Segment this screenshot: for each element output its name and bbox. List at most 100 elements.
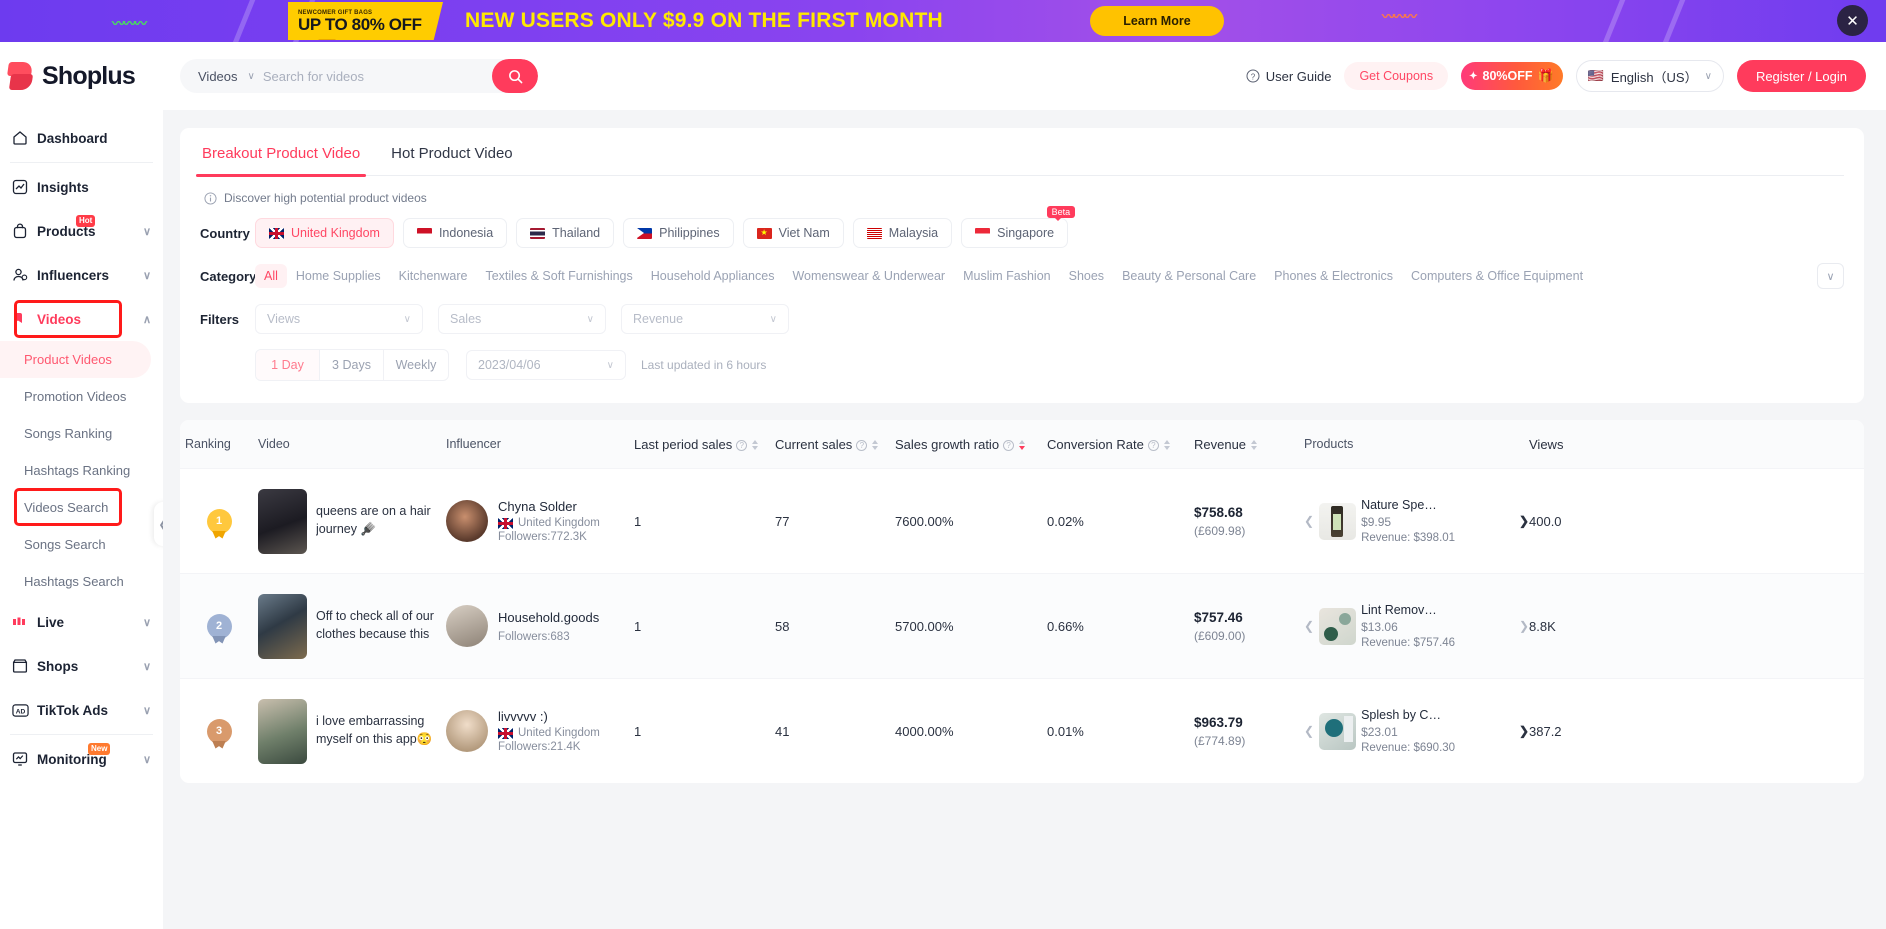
product-next-button[interactable]: ❯ bbox=[1519, 724, 1529, 738]
get-coupons-button[interactable]: Get Coupons bbox=[1344, 62, 1449, 90]
video-thumbnail[interactable] bbox=[258, 698, 307, 764]
table-row[interactable]: 2 Off to check all of our clothes becaus… bbox=[180, 573, 1864, 678]
table-row[interactable]: 1 queens are on a hair journey 🪮 #rosema… bbox=[180, 468, 1864, 573]
revenue-filter-select[interactable]: Revenue ∨ bbox=[621, 304, 789, 334]
sidebar-item-videos[interactable]: Videos ∧ bbox=[0, 297, 163, 341]
country-chip-viet-nam[interactable]: ★ Viet Nam bbox=[742, 218, 844, 248]
category-all[interactable]: All bbox=[255, 264, 287, 288]
views-filter-select[interactable]: Views ∨ bbox=[255, 304, 423, 334]
category-computers-office-equipment[interactable]: Computers & Office Equipment bbox=[1402, 264, 1592, 288]
category-shoes[interactable]: Shoes bbox=[1060, 264, 1113, 288]
product-thumbnail[interactable] bbox=[1319, 607, 1357, 645]
language-selector[interactable]: 🇺🇸 English（US） ∨ bbox=[1575, 60, 1724, 92]
category-textiles-soft-furnishings[interactable]: Textiles & Soft Furnishings bbox=[476, 264, 641, 288]
logo[interactable]: Shoplus bbox=[0, 60, 163, 92]
chevron-up-icon: ∧ bbox=[142, 313, 151, 326]
sidebar-item-tiktok-ads[interactable]: AD TikTok Ads ∨ bbox=[0, 688, 163, 732]
sidebar-label: Dashboard bbox=[37, 130, 108, 146]
video-cell[interactable]: i love embarrassing myself on this app😳 … bbox=[258, 698, 446, 764]
product-prev-button[interactable]: ❮ bbox=[1304, 619, 1314, 633]
video-cell[interactable]: Off to check all of our clothes because … bbox=[258, 593, 446, 659]
sidebar-item-hashtags-ranking[interactable]: Hashtags Ranking bbox=[0, 452, 163, 489]
country-chip-thailand[interactable]: Thailand bbox=[516, 218, 615, 248]
close-icon[interactable]: ✕ bbox=[1837, 5, 1868, 36]
influencer-cell[interactable]: Household.goods Followers:683 bbox=[446, 605, 634, 647]
sidebar-item-songs-search[interactable]: Songs Search bbox=[0, 526, 163, 563]
search-input[interactable] bbox=[262, 68, 492, 84]
avatar[interactable] bbox=[446, 710, 488, 752]
sidebar-item-products[interactable]: Products Hot ∨ bbox=[0, 209, 163, 253]
user-guide-link[interactable]: ? User Guide bbox=[1246, 69, 1331, 84]
th-revenue[interactable]: Revenue bbox=[1194, 437, 1304, 452]
learn-more-button[interactable]: Learn More bbox=[1090, 6, 1224, 36]
sidebar-item-hashtags-search[interactable]: Hashtags Search bbox=[0, 563, 163, 600]
category-kitchenware[interactable]: Kitchenware bbox=[390, 264, 477, 288]
sidebar-item-insights[interactable]: Insights bbox=[0, 165, 163, 209]
sidebar-item-product-videos[interactable]: Product Videos bbox=[0, 341, 151, 378]
product-next-button[interactable]: ❯ bbox=[1519, 514, 1529, 528]
video-cell[interactable]: queens are on a hair journey 🪮 #rosemary… bbox=[258, 488, 446, 554]
help-icon[interactable]: ? bbox=[1147, 439, 1159, 451]
avatar[interactable] bbox=[446, 605, 488, 647]
video-thumbnail[interactable] bbox=[258, 593, 307, 659]
sidebar-item-influencers[interactable]: Influencers ∨ bbox=[0, 253, 163, 297]
product-thumbnail[interactable] bbox=[1319, 502, 1357, 540]
sidebar-collapse-button[interactable]: ❮ bbox=[154, 502, 163, 546]
help-icon[interactable]: ? bbox=[1003, 439, 1015, 451]
table-row[interactable]: 3 i love embarrassing myself on this app… bbox=[180, 678, 1864, 783]
chevron-down-icon[interactable]: ∨ bbox=[248, 71, 255, 82]
sidebar-item-live[interactable]: Live ∨ bbox=[0, 600, 163, 644]
range-weekly[interactable]: Weekly bbox=[384, 350, 448, 380]
video-thumbnail[interactable] bbox=[258, 488, 307, 554]
sort-icon[interactable] bbox=[872, 440, 879, 451]
avatar[interactable] bbox=[446, 500, 488, 542]
influencer-cell[interactable]: livvvvv :) United Kingdom Followers:21.4… bbox=[446, 709, 634, 753]
search-button[interactable] bbox=[492, 59, 538, 93]
help-icon[interactable]: ? bbox=[856, 439, 868, 451]
category-phones-electronics[interactable]: Phones & Electronics bbox=[1265, 264, 1402, 288]
sidebar-item-videos-search[interactable]: Videos Search bbox=[0, 489, 163, 526]
product-prev-button[interactable]: ❮ bbox=[1304, 514, 1314, 528]
country-chip-philippines[interactable]: Philippines bbox=[623, 218, 734, 248]
th-last-period-sales[interactable]: Last period sales? bbox=[634, 437, 775, 452]
sort-icon[interactable] bbox=[1019, 440, 1026, 451]
category-home-supplies[interactable]: Home Supplies bbox=[287, 264, 390, 288]
category-beauty-personal-care[interactable]: Beauty & Personal Care bbox=[1113, 264, 1265, 288]
country-chip-indonesia[interactable]: Indonesia bbox=[402, 218, 508, 248]
influencer-cell[interactable]: Chyna Solder United Kingdom Followers:77… bbox=[446, 499, 634, 543]
category-womenswear-underwear[interactable]: Womenswear & Underwear bbox=[783, 264, 954, 288]
country-chip-united-kingdom[interactable]: United Kingdom bbox=[255, 218, 394, 248]
product-next-button[interactable]: ❯ bbox=[1519, 619, 1529, 633]
country-chip-singapore[interactable]: Singapore Beta bbox=[961, 206, 1076, 248]
sidebar-item-shops[interactable]: Shops ∨ bbox=[0, 644, 163, 688]
tab-breakout-product-video[interactable]: Breakout Product Video bbox=[195, 145, 367, 177]
register-login-button[interactable]: Register / Login bbox=[1736, 60, 1866, 92]
th-current-sales[interactable]: Current sales? bbox=[775, 437, 895, 452]
help-icon[interactable]: ? bbox=[736, 439, 748, 451]
discount-button[interactable]: ✦ 80%OFF 🎁 bbox=[1461, 62, 1563, 90]
product-thumbnail[interactable] bbox=[1319, 712, 1357, 750]
sidebar-item-monitoring[interactable]: Monitoring New ∨ bbox=[0, 737, 163, 781]
category-muslim-fashion[interactable]: Muslim Fashion bbox=[954, 264, 1060, 288]
range-1-day[interactable]: 1 Day bbox=[256, 350, 320, 380]
category-expand-button[interactable]: ∨ bbox=[1817, 263, 1844, 289]
sort-icon[interactable] bbox=[752, 440, 759, 451]
tab-bar: Breakout Product Video Hot Product Video bbox=[195, 128, 1844, 177]
search-category-select[interactable]: Videos bbox=[180, 69, 248, 84]
date-picker[interactable]: 2023/04/06 ∨ bbox=[466, 350, 626, 380]
sort-icon[interactable] bbox=[1251, 440, 1258, 451]
country-chip-malaysia[interactable]: Malaysia bbox=[852, 218, 953, 248]
th-sales-growth-ratio[interactable]: Sales growth ratio? bbox=[895, 437, 1047, 452]
sidebar-item-songs-ranking[interactable]: Songs Ranking bbox=[0, 415, 163, 452]
svg-text:AD: AD bbox=[16, 708, 26, 715]
category-household-appliances[interactable]: Household Appliances bbox=[642, 264, 784, 288]
th-conversion-rate[interactable]: Conversion Rate? bbox=[1047, 437, 1194, 452]
range-3-days[interactable]: 3 Days bbox=[320, 350, 384, 380]
sidebar-item-dashboard[interactable]: Dashboard bbox=[0, 116, 163, 160]
sort-icon[interactable] bbox=[1163, 440, 1170, 451]
product-prev-button[interactable]: ❮ bbox=[1304, 724, 1314, 738]
sales-filter-select[interactable]: Sales ∨ bbox=[438, 304, 606, 334]
product-name: Lint Remov… bbox=[1361, 603, 1437, 617]
tab-hot-product-video[interactable]: Hot Product Video bbox=[389, 145, 514, 175]
sidebar-item-promotion-videos[interactable]: Promotion Videos bbox=[0, 378, 163, 415]
